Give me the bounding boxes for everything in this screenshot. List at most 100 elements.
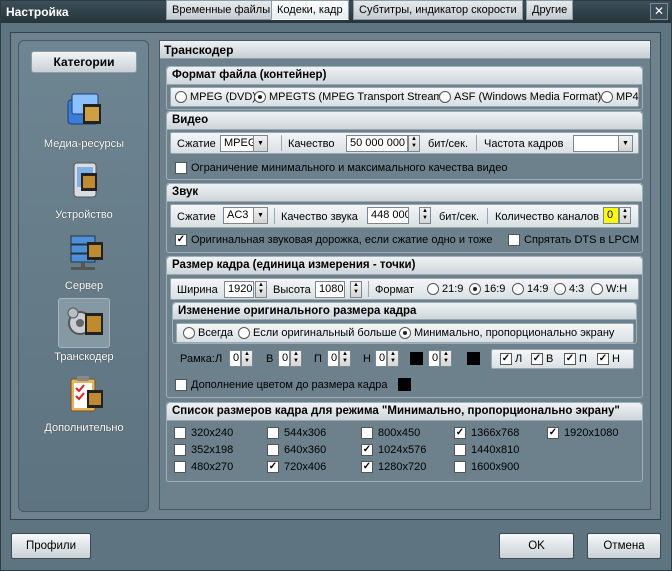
separator [281, 135, 282, 151]
size-checkbox[interactable] [267, 444, 279, 456]
frame-height-input[interactable]: 1080 [315, 281, 345, 298]
video-quality-label: Качество [288, 138, 335, 150]
resize-radio-0[interactable] [183, 327, 195, 339]
frame-extra-spinner[interactable]: ▲ ▼ [440, 350, 452, 367]
frame-n-spinner[interactable]: ▲ ▼ [387, 350, 399, 367]
format-label-2: ASF (Windows Media Format) [454, 91, 602, 103]
aspect-radio-0[interactable] [427, 283, 439, 295]
aspect-radio-3[interactable] [554, 283, 566, 295]
aspect-label-4: W:H [606, 283, 628, 295]
size-label: 320x240 [191, 427, 234, 439]
audio-original-checkbox[interactable]: ✓ [175, 234, 187, 246]
side-check-l[interactable]: ✓ [500, 353, 512, 365]
sidebar-item-server[interactable]: Сервер [25, 227, 143, 297]
frame-height-spinner[interactable]: ▲ ▼ [350, 281, 362, 298]
format-radio-0[interactable] [175, 91, 187, 103]
audio-quality-spinner[interactable]: ▲ ▼ [419, 207, 431, 224]
close-button[interactable]: ✕ [650, 3, 668, 20]
audio-dts-label: Спрятать DTS в LPCM [524, 234, 639, 246]
fill-color-checkbox[interactable] [175, 379, 187, 391]
audio-channels-input[interactable]: 0 [603, 207, 619, 224]
frame-n-input[interactable]: 0 [375, 350, 387, 367]
transcoder-icon [67, 307, 103, 335]
frame-l-label: Л [215, 353, 223, 365]
aspect-radio-2[interactable] [512, 283, 524, 295]
side-check-n[interactable]: ✓ [597, 353, 609, 365]
video-quality-spinner[interactable]: ▲ ▼ [408, 135, 420, 152]
audio-channels-spinner[interactable]: ▲ ▼ [619, 207, 631, 224]
tab-other[interactable]: Другие [526, 0, 574, 20]
frame-title: Размер кадра (единица измерения - точки) [167, 257, 642, 275]
resize-radio-2[interactable] [399, 327, 411, 339]
frame-p-input[interactable]: 0 [327, 350, 339, 367]
frame-p-spinner[interactable]: ▲ ▼ [339, 350, 351, 367]
size-checkbox[interactable] [174, 461, 186, 473]
side-check-p[interactable]: ✓ [564, 353, 576, 365]
size-label: 1440x810 [471, 444, 520, 456]
frame-l-spinner[interactable]: ▲ ▼ [241, 350, 253, 367]
audio-compression-select[interactable]: AC3 ▼ [223, 207, 268, 224]
size-checkbox[interactable] [361, 427, 373, 439]
frame-n-label: Н [363, 353, 371, 365]
sidebar-item-transcoder[interactable]: Транскодер [25, 298, 143, 368]
media-icon-box [58, 85, 110, 135]
format-label-0: MPEG (DVD) [190, 91, 256, 103]
ok-button[interactable]: OK [499, 533, 574, 559]
frame-v-input[interactable]: 0 [278, 350, 290, 367]
size-label: 1600x900 [471, 461, 520, 473]
separator [476, 135, 477, 151]
size-checkbox[interactable]: ✓ [361, 461, 373, 473]
frame-color-swatch-2[interactable] [467, 352, 480, 365]
side-check-l-label: Л [515, 353, 523, 365]
frame-color-swatch[interactable] [410, 352, 423, 365]
frame-extra-input[interactable]: 0 [428, 350, 440, 367]
size-checkbox[interactable]: ✓ [547, 427, 559, 439]
fill-color-swatch[interactable] [398, 378, 411, 391]
transcoder-icon-box [58, 298, 110, 348]
sidebar-item-media[interactable]: Медиа-ресурсы [25, 85, 143, 155]
frame-v-spinner[interactable]: ▲ ▼ [290, 350, 302, 367]
size-checkbox[interactable] [174, 427, 186, 439]
size-checkbox[interactable] [454, 461, 466, 473]
format-title: Формат файла (контейнер) [167, 67, 642, 85]
chevron-down-icon: ▼ [253, 208, 267, 223]
video-limit-checkbox[interactable] [175, 162, 187, 174]
audio-quality-input[interactable]: 448 000 [367, 207, 409, 224]
video-fps-select[interactable]: ▼ [573, 135, 633, 152]
tab-temp-files[interactable]: Временные файлы [166, 0, 277, 20]
sidebar-item-device[interactable]: Устройство [25, 156, 143, 226]
format-radio-1[interactable] [254, 91, 266, 103]
server-icon-box [58, 227, 110, 277]
sidebar-item-additional[interactable]: Дополнительно [25, 369, 143, 439]
video-compression-select[interactable]: MPEG2 ▼ [220, 135, 268, 152]
side-check-v[interactable]: ✓ [531, 353, 543, 365]
size-checkbox[interactable] [454, 444, 466, 456]
format-radio-2[interactable] [439, 91, 451, 103]
resize-label-1: Если оригинальный больше [253, 327, 397, 339]
frame-width-input[interactable]: 1920 [224, 281, 254, 298]
additional-icon-box [58, 369, 110, 419]
profiles-button[interactable]: Профили [11, 533, 91, 559]
separator [368, 281, 369, 297]
tab-codecs-frame[interactable]: Кодеки, кадр [271, 0, 349, 20]
size-checkbox[interactable]: ✓ [454, 427, 466, 439]
cancel-button[interactable]: Отмена [587, 533, 661, 559]
sizes-title: Список размеров кадра для режима "Минима… [167, 403, 642, 421]
size-checkbox[interactable] [174, 444, 186, 456]
format-radio-3[interactable] [601, 91, 613, 103]
frame-l-input[interactable]: 0 [229, 350, 241, 367]
size-checkbox[interactable] [267, 427, 279, 439]
media-resources-icon [67, 93, 101, 125]
frame-width-spinner[interactable]: ▲ ▼ [255, 281, 267, 298]
size-checkbox[interactable]: ✓ [267, 461, 279, 473]
tab-subtitles[interactable]: Субтитры, индикатор скорости [353, 0, 523, 20]
aspect-radio-1[interactable] [469, 283, 481, 295]
video-row: Сжатие MPEG2 ▼ Качество 50 000 000 ▲ ▼ бит… [170, 132, 639, 154]
window-title: Настройка [6, 5, 69, 19]
aspect-radio-4[interactable] [591, 283, 603, 295]
video-quality-input[interactable]: 50 000 000 [346, 135, 408, 152]
audio-dts-checkbox[interactable] [508, 234, 520, 246]
resize-radio-1[interactable] [238, 327, 250, 339]
video-fps-label: Частота кадров [484, 138, 564, 150]
size-checkbox[interactable]: ✓ [361, 444, 373, 456]
